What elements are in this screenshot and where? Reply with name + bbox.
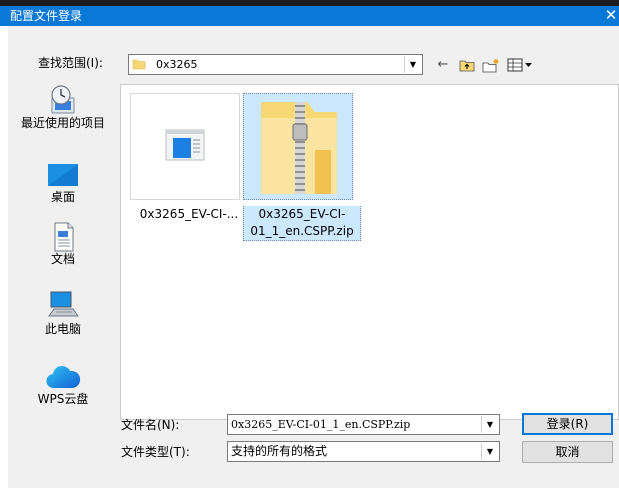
file-icon xyxy=(165,129,205,161)
place-wps-cloud[interactable]: WPS云盘 xyxy=(8,362,118,406)
place-desktop[interactable]: 桌面 xyxy=(8,162,118,204)
filename-input[interactable]: 0x3265_EV-CI-01_1_en.CSPP.zip xyxy=(231,417,410,432)
file-item[interactable]: 0x3265_EV-CI-... xyxy=(130,93,240,243)
lookin-label: 查找范围(I): xyxy=(38,56,103,70)
filetype-label: 文件类型(T): xyxy=(121,445,190,459)
back-button[interactable]: ← xyxy=(432,55,454,75)
chevron-down-icon[interactable]: ▼ xyxy=(481,443,498,460)
folder-icon xyxy=(132,59,146,70)
close-button[interactable]: ✕ xyxy=(603,6,619,26)
up-folder-icon xyxy=(459,60,475,72)
file-thumbnail xyxy=(243,93,353,200)
lookin-value: 0x3265 xyxy=(156,58,198,71)
file-thumbnail xyxy=(130,93,240,200)
file-name: 0x3265_EV-CI-01_1_en.CSPP.zip xyxy=(243,206,361,241)
title-bar: 配置文件登录 ✕ xyxy=(0,0,619,26)
filename-label: 文件名(N): xyxy=(121,418,180,432)
desktop-icon xyxy=(48,164,78,186)
window-title: 配置文件登录 xyxy=(10,9,83,23)
place-recent[interactable]: 最近使用的项目 xyxy=(8,84,118,130)
up-folder-button[interactable] xyxy=(456,55,478,75)
cloud-icon xyxy=(46,366,81,389)
filetype-select[interactable]: 支持的所有的格式 ▼ xyxy=(227,441,500,462)
place-computer[interactable]: 此电脑 xyxy=(8,290,118,336)
filename-combobox[interactable]: 0x3265_EV-CI-01_1_en.CSPP.zip ▼ xyxy=(227,414,500,435)
login-button[interactable]: 登录(R) xyxy=(522,413,613,435)
place-documents[interactable]: 文档 xyxy=(8,222,118,266)
places-bar: 最近使用的项目 桌面 文档 此电脑 WPS云盘 xyxy=(8,84,118,419)
place-label: WPS云盘 xyxy=(37,392,89,406)
file-name: 0x3265_EV-CI-... xyxy=(139,207,239,221)
place-label: 桌面 xyxy=(50,190,75,204)
cancel-button[interactable]: 取消 xyxy=(522,441,613,463)
zip-folder-icon xyxy=(261,102,337,194)
view-menu-icon xyxy=(507,58,532,72)
computer-icon xyxy=(48,291,79,317)
recent-icon xyxy=(51,85,75,114)
view-menu-button[interactable] xyxy=(505,55,537,75)
place-label: 最近使用的项目 xyxy=(20,116,105,130)
new-folder-icon xyxy=(482,59,499,73)
place-label: 此电脑 xyxy=(44,322,81,336)
lookin-combobox[interactable]: 0x3265 ▼ xyxy=(128,54,423,75)
place-label: 文档 xyxy=(50,252,75,266)
chevron-down-icon[interactable]: ▼ xyxy=(404,56,421,73)
file-dialog: 查找范围(I): 0x3265 ▼ ← 最近使用的项目 桌面 文档 此电脑 WP… xyxy=(8,26,619,488)
new-folder-button[interactable] xyxy=(480,55,502,75)
chevron-down-icon[interactable]: ▼ xyxy=(481,416,498,433)
filetype-value: 支持的所有的格式 xyxy=(231,444,328,458)
documents-icon xyxy=(54,222,74,252)
file-item[interactable]: 0x3265_EV-CI-01_1_en.CSPP.zip xyxy=(243,93,361,243)
file-list[interactable]: 0x3265_EV-CI-... 0x3265_EV-CI-01_1_en.CS… xyxy=(120,84,619,420)
